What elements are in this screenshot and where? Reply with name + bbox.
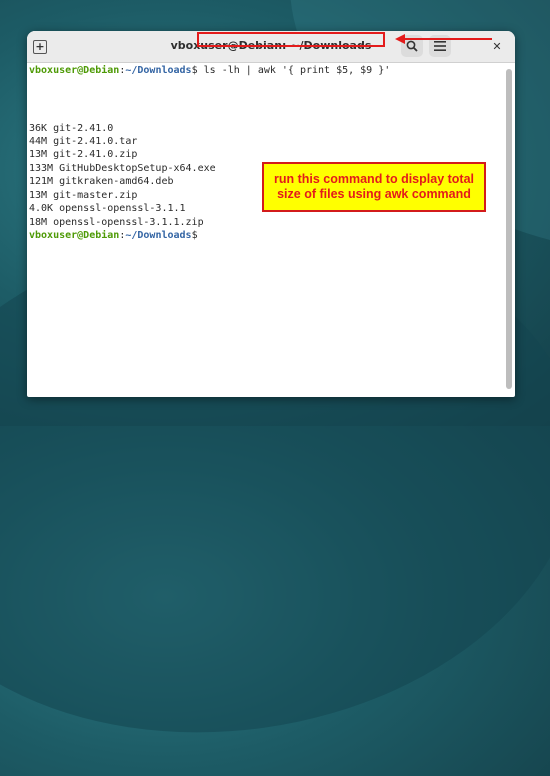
prompt-path: ~/Downloads (125, 65, 192, 76)
annotation-line-2: size of files using awk command (277, 187, 471, 201)
scrollbar-thumb[interactable] (506, 69, 512, 389)
terminal-window: + vboxuser@Debian: ~/Downloads ✕ vboxuse… (27, 31, 515, 397)
scrollbar[interactable] (506, 65, 512, 395)
annotation-arrow (400, 38, 492, 40)
command-highlight-box (197, 32, 385, 47)
output-line: 13M git-master.zip (29, 190, 138, 201)
output-line: 36K git-2.41.0 (29, 123, 114, 134)
output-line: 133M GitHubDesktopSetup-x64.exe (29, 163, 216, 174)
annotation-line-1: run this command to display total (273, 172, 475, 186)
command-text: ls -lh | awk '{ print $5, $9 }' (197, 65, 391, 76)
prompt-line: vboxuser@Debian:~/Downloads$ (29, 230, 198, 242)
output-line: 44M git-2.41.0.tar (29, 136, 138, 147)
prompt-user: vboxuser@Debian (29, 230, 120, 241)
output-line: 18M openssl-openssl-3.1.1.zip (29, 217, 204, 228)
terminal-content[interactable]: vboxuser@Debian:~/Downloads$ ls -lh | aw… (27, 63, 505, 397)
command-line: vboxuser@Debian:~/Downloads$ ls -lh | aw… (29, 65, 390, 77)
search-icon (406, 40, 418, 52)
output-line: 13M git-2.41.0.zip (29, 149, 138, 160)
prompt-user: vboxuser@Debian (29, 65, 120, 76)
prompt-symbol: $ (191, 230, 198, 241)
output-line: 121M gitkraken-amd64.deb (29, 176, 174, 187)
annotation-callout: run this command to display total size o… (262, 162, 486, 212)
output-line: 4.0K openssl-openssl-3.1.1 (29, 203, 186, 214)
close-icon: ✕ (492, 39, 502, 53)
hamburger-icon (434, 41, 446, 51)
prompt-path: ~/Downloads (125, 230, 192, 241)
arrow-head-icon (395, 34, 405, 44)
